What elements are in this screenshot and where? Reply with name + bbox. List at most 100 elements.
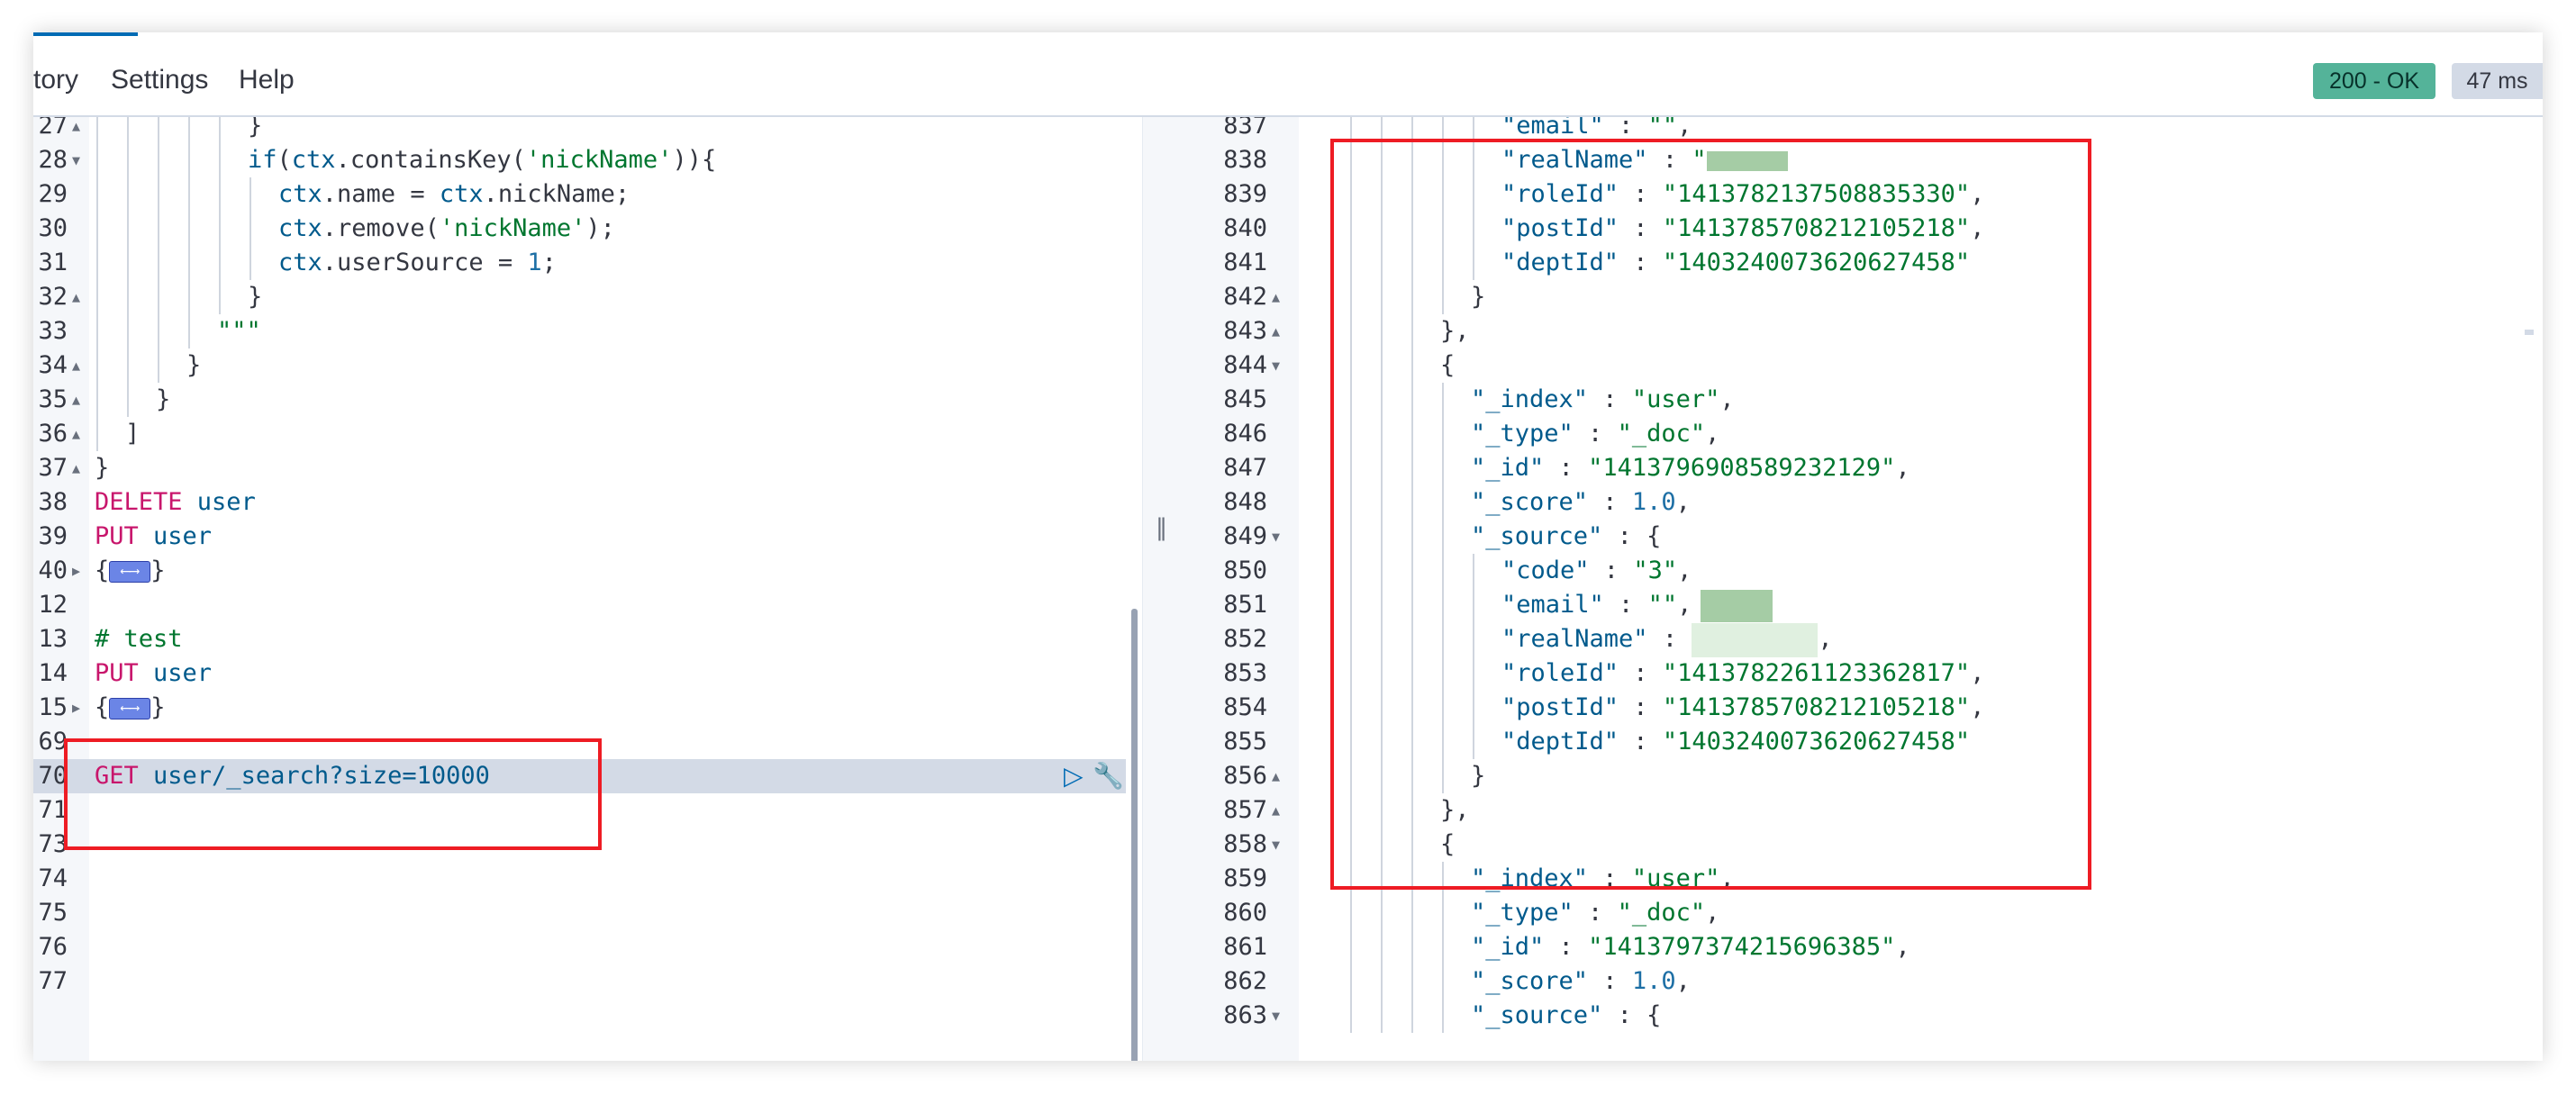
request-line[interactable]: 36 ▲] [33, 417, 1142, 451]
wrench-icon[interactable]: 🔧 [1093, 759, 1124, 793]
line-number: 858 [1223, 830, 1267, 858]
code-token: ctx [278, 180, 322, 208]
code-token: "1413797374215696385" [1588, 933, 1896, 961]
divider-grip-icon[interactable]: ‖ [1156, 514, 1167, 541]
code-text: "_source" : { [1471, 999, 1661, 1033]
code-token: user [196, 488, 256, 516]
fold-toggle-icon[interactable]: ▲ [1272, 314, 1280, 348]
request-line[interactable]: 76 [33, 930, 1142, 964]
request-editor[interactable]: 27 ▲} 28 ▼ if(ctx.containsKey('nickName')){2… [33, 117, 1142, 1061]
collapsed-block-icon[interactable]: ⟵⟶ [109, 697, 151, 719]
indent-guide [1350, 964, 1352, 999]
request-line[interactable]: 31 ctx.userSource = 1; [33, 246, 1142, 280]
code-text: ] [125, 417, 140, 451]
menu-help[interactable]: Help [239, 65, 295, 95]
request-line[interactable]: 28 ▼ if(ctx.containsKey('nickName')){ [33, 143, 1142, 177]
fold-toggle-icon[interactable]: ▲ [1272, 759, 1280, 793]
request-line[interactable]: 34 ▲} [33, 348, 1142, 383]
collapsed-block-icon[interactable]: ⟵⟶ [109, 560, 151, 583]
indent-guide [188, 143, 190, 177]
request-line[interactable]: 77 [33, 964, 1142, 999]
response-line[interactable]: 860 "_type" : "_doc", [1177, 896, 2543, 930]
line-number: 73 [38, 830, 68, 858]
indent-guide [1411, 896, 1413, 930]
request-line[interactable]: 15 ▶ {⟵⟶} [33, 691, 1142, 725]
line-number: 837 [1223, 117, 1267, 140]
request-line[interactable]: 27 ▲} [33, 117, 1142, 143]
fold-toggle-icon[interactable]: ▲ [72, 280, 80, 314]
line-number: 39 [38, 522, 68, 550]
code-token: } [150, 693, 166, 721]
request-line[interactable]: 75 [33, 896, 1142, 930]
request-line[interactable]: 35 ▲} [33, 383, 1142, 417]
status-badge: 200 - OK [2313, 63, 2435, 99]
code-token: .remove( [322, 214, 440, 242]
request-line[interactable]: 33 """ [33, 314, 1142, 348]
indent-guide [1442, 930, 1444, 964]
code-text: {⟵⟶} [95, 554, 166, 588]
code-text: } [95, 451, 109, 485]
fold-toggle-icon[interactable]: ▲ [72, 348, 80, 383]
request-scrollbar[interactable] [1131, 609, 1138, 1061]
code-token: : [1573, 899, 1618, 927]
fold-toggle-icon[interactable]: ▼ [1272, 999, 1280, 1033]
fold-toggle-icon[interactable]: ▲ [72, 383, 80, 417]
indent-guide [219, 212, 221, 246]
code-token: ; [541, 249, 557, 276]
code-text: """ [217, 314, 261, 348]
line-number: 840 [1223, 214, 1267, 242]
indent-guide [1350, 930, 1352, 964]
indent-guide [219, 177, 221, 212]
request-line[interactable]: 39 PUT user [33, 520, 1142, 554]
fold-toggle-icon[interactable]: ▼ [1272, 520, 1280, 554]
request-line[interactable]: 30 ctx.remove('nickName'); [33, 212, 1142, 246]
request-line[interactable]: 32 ▲} [33, 280, 1142, 314]
code-text: "_score" : 1.0, [1471, 964, 1691, 999]
response-line[interactable]: 862 "_score" : 1.0, [1177, 964, 2543, 999]
response-line[interactable]: 861 "_id" : "1413797374215696385", [1177, 930, 2543, 964]
indent-guide [1442, 896, 1444, 930]
code-text: DELETE user [95, 485, 256, 520]
menu-settings[interactable]: Settings [111, 65, 208, 95]
indent-guide [188, 177, 190, 212]
fold-toggle-icon[interactable]: ▶ [72, 554, 80, 588]
fold-toggle-icon[interactable]: ▼ [72, 143, 80, 177]
code-token: ctx [439, 180, 484, 208]
indent-guide [1411, 999, 1413, 1033]
code-text: PUT user [95, 520, 212, 554]
fold-toggle-icon[interactable]: ▶ [72, 691, 80, 725]
request-line[interactable]: 38 DELETE user [33, 485, 1142, 520]
request-line[interactable]: 40 ▶ {⟵⟶} [33, 554, 1142, 588]
request-line[interactable]: 14 PUT user [33, 656, 1142, 691]
fold-toggle-icon[interactable]: ▲ [72, 417, 80, 451]
indent-guide [249, 177, 251, 212]
response-line[interactable]: 863 ▼ "_source" : { [1177, 999, 2543, 1033]
line-number: 852 [1223, 625, 1267, 653]
fold-toggle-icon[interactable]: ▲ [1272, 793, 1280, 828]
play-icon[interactable]: ▷ [1064, 759, 1084, 793]
code-text: ctx.userSource = 1; [278, 246, 557, 280]
request-line[interactable]: 74 [33, 862, 1142, 896]
line-number: 847 [1223, 454, 1267, 482]
fold-toggle-icon[interactable]: ▼ [1272, 828, 1280, 862]
fold-toggle-icon[interactable]: ▲ [72, 117, 80, 143]
line-number: 34 [38, 351, 68, 379]
line-number: 33 [38, 317, 68, 345]
request-line[interactable]: 12 [33, 588, 1142, 622]
code-token: .name = [322, 180, 440, 208]
request-line[interactable]: 37 ▲} [33, 451, 1142, 485]
fold-toggle-icon[interactable]: ▼ [1272, 348, 1280, 383]
menu-history[interactable]: tory [33, 65, 78, 95]
console-window: tory Settings Help 200 - OK 47 ms 27 ▲} 28… [33, 32, 2543, 1061]
line-number: 77 [38, 967, 68, 995]
fold-toggle-icon[interactable]: ▲ [1272, 280, 1280, 314]
line-number: 13 [38, 625, 68, 653]
code-token: ctx [278, 214, 322, 242]
pane-divider[interactable] [1142, 117, 1179, 1061]
code-token: .userSource = [322, 249, 528, 276]
fold-toggle-icon[interactable]: ▲ [72, 451, 80, 485]
line-number: 839 [1223, 180, 1267, 208]
request-line[interactable]: 29 ctx.name = ctx.nickName; [33, 177, 1142, 212]
request-line[interactable]: 13 # test [33, 622, 1142, 656]
indent-guide [96, 246, 98, 280]
